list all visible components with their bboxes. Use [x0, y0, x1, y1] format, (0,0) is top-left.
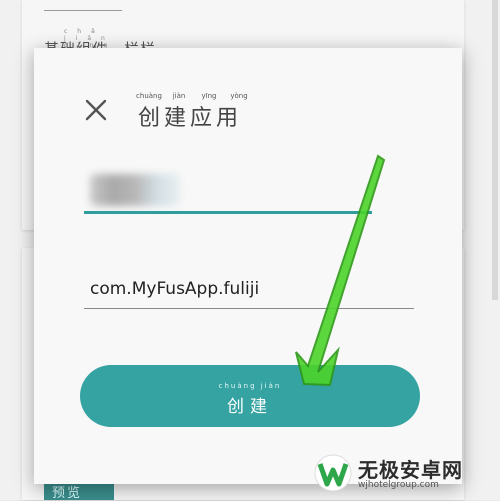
pinyin-4: yòng [230, 92, 248, 100]
pinyin-1: chuàng [136, 92, 162, 100]
app-name-blurred-value [90, 174, 180, 206]
scrollbar[interactable] [492, 0, 498, 300]
dialog-title: 创建应用 [138, 106, 243, 131]
dialog-title-pinyin: chuàng jiàn yīng yòng [134, 92, 254, 100]
app-name-input[interactable] [84, 168, 384, 212]
pinyin-2: jiàn [172, 92, 186, 100]
watermark-name: 无极安卓网 [358, 458, 463, 482]
create-button-label: 创建 [227, 397, 273, 417]
background-divider [44, 10, 122, 11]
watermark-url: wjhotelgroup.com [358, 480, 439, 490]
close-icon[interactable] [84, 98, 108, 122]
create-button-pinyin: chuàng jiàn [218, 382, 282, 390]
package-name-underline [84, 308, 414, 309]
package-name-input[interactable]: com.MyFusApp.fuliji [84, 270, 420, 308]
create-app-dialog: chuàng jiàn yīng yòng 创建应用 com.MyFusApp.ful… [34, 48, 462, 484]
watermark-logo-icon [314, 454, 352, 492]
app-name-underline [84, 211, 372, 214]
preview-button-label: 预览 [52, 486, 83, 501]
create-button[interactable]: chuàng jiàn 创建 [80, 365, 420, 427]
watermark: 无极安卓网 wjhotelgroup.com [314, 448, 500, 500]
pinyin-3: yīng [201, 92, 217, 100]
